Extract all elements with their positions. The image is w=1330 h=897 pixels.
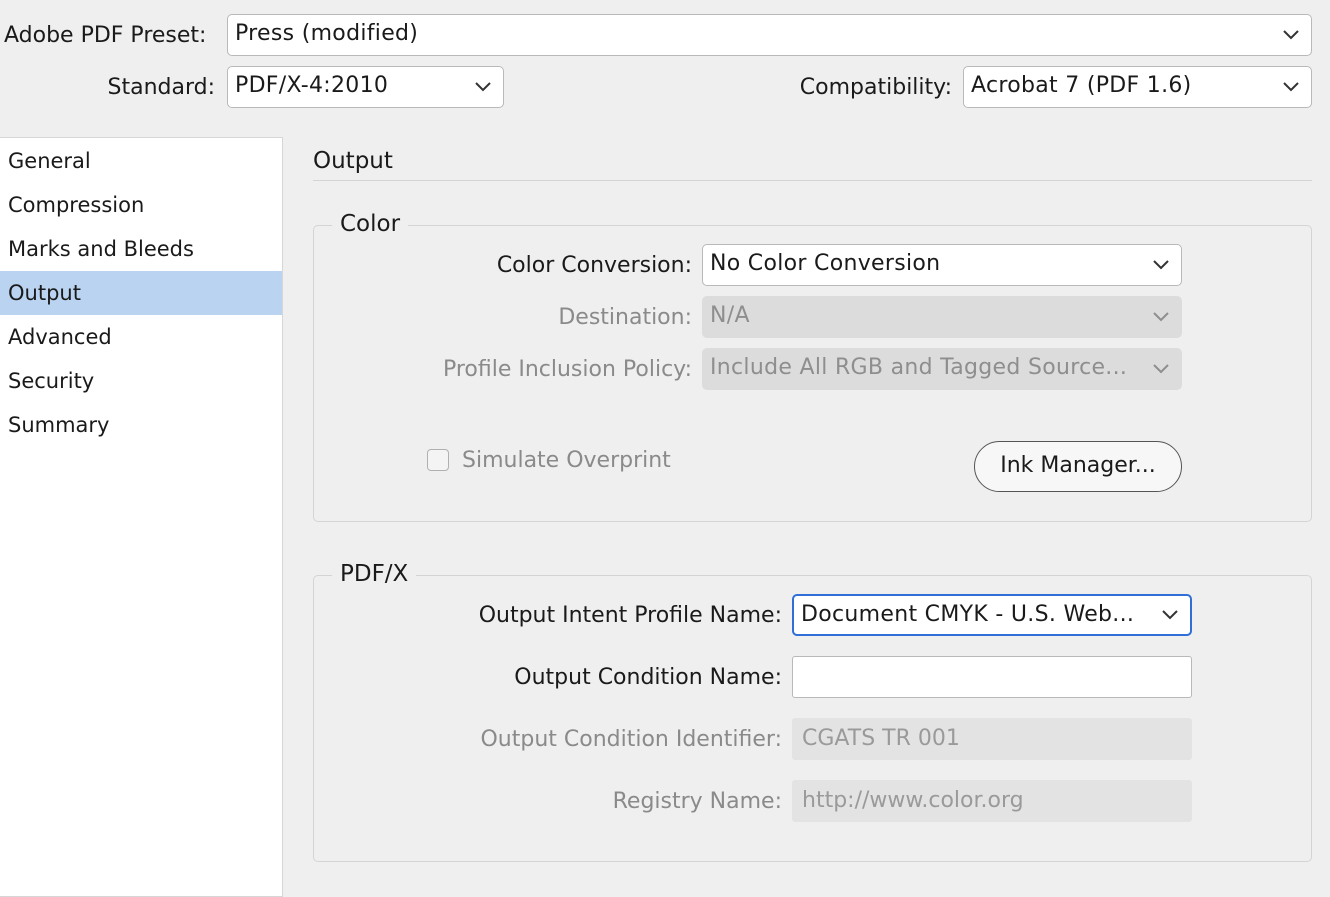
standard-value: PDF/X-4:2010 [235, 73, 389, 98]
output-intent-label: Output Intent Profile Name: [478, 603, 782, 628]
compat-label: Compatibility: [799, 75, 952, 100]
destination-value: N/A [710, 303, 750, 328]
compat-select[interactable]: Acrobat 7 (PDF 1.6) [963, 66, 1312, 108]
color-conversion-select[interactable]: No Color Conversion [702, 244, 1182, 286]
sidebar-item-compression[interactable]: Compression [0, 183, 282, 227]
sidebar-item-output[interactable]: Output [0, 271, 282, 315]
profile-policy-label: Profile Inclusion Policy: [442, 357, 692, 382]
compat-value: Acrobat 7 (PDF 1.6) [971, 73, 1192, 98]
simulate-overprint-checkbox [427, 449, 449, 471]
output-identifier-field: CGATS TR 001 [792, 718, 1192, 760]
panel-title: Output [313, 148, 393, 174]
preset-select[interactable]: Press (modified) [227, 14, 1312, 56]
chevron-down-icon [1153, 349, 1169, 389]
sidebar-item-advanced[interactable]: Advanced [0, 315, 282, 359]
profile-policy-value: Include All RGB and Tagged Source... [710, 355, 1128, 380]
chevron-down-icon [1153, 297, 1169, 337]
ink-manager-button[interactable]: Ink Manager... [974, 441, 1182, 492]
sidebar-item-general[interactable]: General [0, 139, 282, 183]
profile-policy-select: Include All RGB and Tagged Source... [702, 348, 1182, 390]
output-condition-field[interactable] [792, 656, 1192, 698]
chevron-down-icon [1153, 245, 1169, 285]
sidebar-item-summary[interactable]: Summary [0, 403, 282, 447]
preset-label: Adobe PDF Preset: [4, 23, 207, 48]
standard-select[interactable]: PDF/X-4:2010 [227, 66, 504, 108]
sidebar-item-marks-and-bleeds[interactable]: Marks and Bleeds [0, 227, 282, 271]
destination-label: Destination: [558, 305, 692, 330]
chevron-down-icon [1283, 67, 1299, 107]
output-condition-label: Output Condition Name: [514, 665, 782, 690]
preset-value: Press (modified) [235, 21, 419, 46]
output-identifier-label: Output Condition Identifier: [480, 727, 782, 752]
standard-label: Standard: [107, 75, 216, 100]
pdfx-group-title: PDF/X [332, 559, 417, 589]
chevron-down-icon [475, 67, 491, 107]
simulate-overprint-label: Simulate Overprint [462, 448, 671, 473]
title-divider [313, 180, 1312, 181]
registry-name-field: http://www.color.org [792, 780, 1192, 822]
output-intent-value: Document CMYK - U.S. Web... [801, 602, 1135, 627]
chevron-down-icon [1162, 596, 1178, 634]
chevron-down-icon [1283, 15, 1299, 55]
sidebar: General Compression Marks and Bleeds Out… [0, 137, 283, 897]
color-conversion-value: No Color Conversion [710, 251, 941, 276]
destination-select: N/A [702, 296, 1182, 338]
sidebar-item-security[interactable]: Security [0, 359, 282, 403]
color-conversion-label: Color Conversion: [496, 253, 692, 278]
color-group-title: Color [332, 209, 409, 239]
output-intent-select[interactable]: Document CMYK - U.S. Web... [792, 594, 1192, 636]
registry-name-label: Registry Name: [612, 789, 782, 814]
